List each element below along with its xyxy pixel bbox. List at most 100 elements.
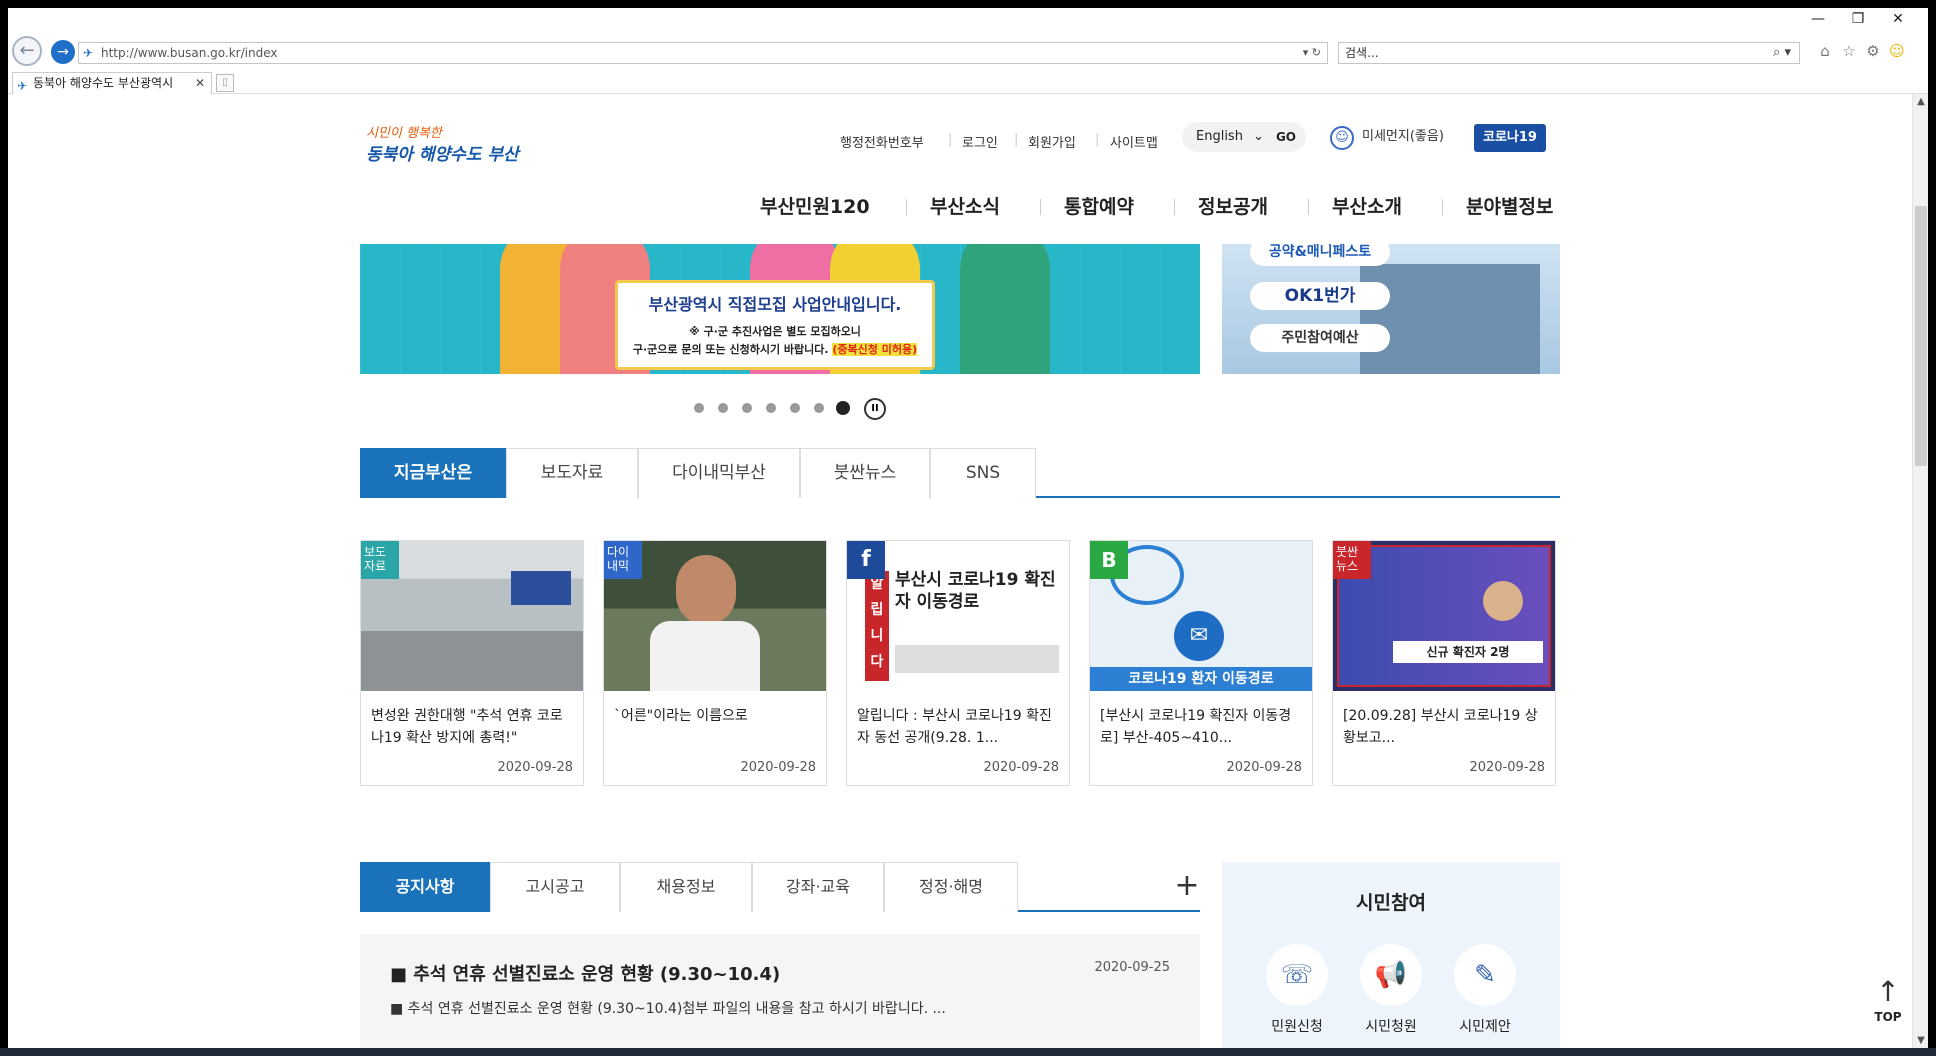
forward-button[interactable]: →: [51, 40, 75, 64]
util-link-signup[interactable]: 회원가입: [1028, 132, 1076, 151]
civic-label: 시민제안: [1459, 1019, 1511, 1035]
tab-close-icon[interactable]: ✕: [195, 73, 205, 93]
card-tag: 보도 자료: [361, 541, 399, 579]
slide-dot-active[interactable]: [836, 401, 850, 415]
gnb-item-civil[interactable]: 부산민원120: [760, 192, 870, 219]
address-field[interactable]: ✈ http://www.busan.go.kr/index ▾ ↻: [78, 42, 1328, 64]
refresh-icon[interactable]: ▾ ↻: [1303, 43, 1321, 63]
back-button[interactable]: ←: [12, 36, 42, 66]
tab-jobs[interactable]: 채용정보: [620, 862, 752, 912]
plus-icon[interactable]: +: [1174, 871, 1200, 901]
gnb-item-news[interactable]: 부산소식: [930, 192, 1000, 219]
banner-line3: 구·군으로 문의 또는 신청하시기 바랍니다. (중복신청 미허용): [632, 343, 918, 356]
notice-excerpt: ■ 추석 연휴 선별진료소 운영 현황 (9.30~10.4)첨부 파일의 내용…: [390, 1001, 946, 1017]
facebook-icon: f: [847, 541, 885, 579]
civic-title: 시민참여: [1356, 892, 1426, 914]
gnb-item-about[interactable]: 부산소개: [1332, 192, 1402, 219]
minimize-icon[interactable]: —: [1798, 10, 1838, 28]
search-box[interactable]: 검색... ⌕ ▾: [1338, 42, 1800, 64]
tab-sns[interactable]: SNS: [930, 448, 1036, 498]
language-select[interactable]: English ⌄ GO: [1182, 122, 1306, 152]
favorites-star-icon[interactable]: ☆: [1837, 42, 1861, 60]
civic-item-petition-apply[interactable]: ☏ 민원신청: [1252, 944, 1342, 1036]
tab-now-busan[interactable]: 지금부산은: [360, 448, 506, 498]
tab-notice[interactable]: 공지사항: [360, 862, 490, 912]
news-card[interactable]: 보도 자료 변성완 권한대행 "추석 연휴 코로나19 확산 방지에 총력!" 2…: [360, 540, 584, 786]
notice-date: 2020-09-25: [1094, 960, 1170, 975]
tab-press[interactable]: 보도자료: [506, 448, 638, 498]
blog-icon: B: [1090, 541, 1128, 579]
util-link-sitemap[interactable]: 사이트맵: [1110, 132, 1158, 151]
slide-dot[interactable]: [694, 403, 704, 413]
image-headline: 부산시 코로나19 확진자 이동경로: [895, 570, 1056, 612]
news-card[interactable]: 알립니다 부산시 코로나19 확진자 이동경로 f 알립니다 : 부산시 코로나…: [846, 540, 1070, 786]
gnb-item-fields[interactable]: 분야별정보: [1466, 192, 1553, 219]
gnb-item-disclosure[interactable]: 정보공개: [1198, 192, 1268, 219]
image-strip: 코로나19 환자 이동경로: [1090, 667, 1312, 691]
fine-dust-status[interactable]: ☺ 미세먼지(좋음): [1330, 122, 1444, 152]
slide-dot[interactable]: [718, 403, 728, 413]
slide-dot[interactable]: [790, 403, 800, 413]
tab-lectures[interactable]: 강좌·교육: [752, 862, 884, 912]
slide-dot[interactable]: [766, 403, 776, 413]
pause-icon[interactable]: II: [864, 398, 886, 420]
tab-bussan-news[interactable]: 붓싼뉴스: [800, 448, 930, 498]
gear-icon[interactable]: ⚙: [1861, 42, 1885, 60]
slide-dot[interactable]: [742, 403, 752, 413]
civic-participation: 시민참여 ☏ 민원신청 📢 시민청원 ✎ 시민제안: [1222, 862, 1560, 1048]
card-title: 변성완 권한대행 "추석 연휴 코로나19 확산 방지에 총력!": [371, 708, 563, 746]
pill-budget[interactable]: 주민참여예산: [1250, 324, 1390, 352]
scroll-up-icon[interactable]: ▲: [1913, 96, 1928, 107]
card-title: [20.09.28] 부산시 코로나19 상황보고...: [1343, 708, 1538, 746]
tab-announcement[interactable]: 고시공고: [490, 862, 620, 912]
image-side-label: 알립니다: [865, 571, 889, 681]
tab-corrections[interactable]: 정정·해명: [884, 862, 1018, 912]
pill-manifesto[interactable]: 공약&매니페스토: [1250, 244, 1390, 266]
tab-favicon-icon: ✈: [17, 79, 28, 93]
card-tag: 붓싼 뉴스: [1333, 541, 1371, 579]
restore-icon[interactable]: ❐: [1838, 10, 1878, 28]
tab-dynamic[interactable]: 다이내믹부산: [638, 448, 800, 498]
card-date: 2020-09-28: [497, 760, 573, 775]
slide-dot[interactable]: [814, 403, 824, 413]
card-title: [부산시 코로나19 확진자 이동경로] 부산-405~410...: [1100, 708, 1292, 746]
news-card[interactable]: 다이 내믹 `어른"이라는 이름으로 2020-09-28: [603, 540, 827, 786]
news-card[interactable]: 신규 확진자 2명 붓싼 뉴스 [20.09.28] 부산시 코로나19 상황보고…: [1332, 540, 1556, 786]
gnb-item-reservation[interactable]: 통합예약: [1064, 192, 1134, 219]
search-placeholder: 검색...: [1345, 46, 1379, 60]
new-tab-button[interactable]: ▯: [216, 74, 234, 92]
main-banner[interactable]: 부산광역시 직접모집 사업안내입니다. ※ 구·군 추진사업은 별도 모집하오니…: [360, 244, 1200, 374]
top-button[interactable]: ↑ TOP: [1868, 974, 1908, 1034]
arrow-up-icon: ↑: [1876, 975, 1900, 1008]
gnb-divider: [1442, 199, 1443, 215]
gnb-divider: [1308, 199, 1309, 215]
civic-item-citizen-petition[interactable]: 📢 시민청원: [1346, 944, 1436, 1036]
vertical-scrollbar[interactable]: ▲ ▼: [1912, 94, 1928, 1048]
notice-item[interactable]: ■ 추석 연휴 선별진료소 운영 현황 (9.30~10.4) 2020-09-…: [360, 934, 1200, 1048]
scroll-thumb[interactable]: [1915, 206, 1927, 466]
smile-face-icon: ☺: [1330, 126, 1354, 150]
site-logo[interactable]: 시민이 행복한 동북아 해양수도 부산: [366, 122, 526, 172]
image-note-box: [895, 645, 1059, 673]
pill-ok1[interactable]: OK1번가: [1250, 282, 1390, 310]
banner-figure: [960, 244, 1050, 374]
close-icon[interactable]: ✕: [1878, 10, 1918, 28]
card-tag: 다이 내믹: [604, 541, 642, 579]
go-button[interactable]: GO: [1276, 122, 1296, 152]
civic-item-citizen-proposal[interactable]: ✎ 시민제안: [1440, 944, 1530, 1036]
news-card[interactable]: ✉ 코로나19 환자 이동경로 B [부산시 코로나19 확진자 이동경로] 부…: [1089, 540, 1313, 786]
side-banner[interactable]: 공약&매니페스토 OK1번가 주민참여예산: [1222, 244, 1560, 374]
scroll-down-icon[interactable]: ▼: [1913, 1035, 1928, 1046]
url-text: http://www.busan.go.kr/index: [101, 46, 278, 60]
smiley-icon[interactable]: ☺: [1885, 42, 1909, 60]
tab-title: 동북아 해양수도 부산광역시: [33, 76, 174, 90]
util-link-login[interactable]: 로그인: [962, 132, 998, 151]
banner-headline: 부산광역시 직접모집 사업안내입니다.: [648, 295, 902, 314]
browser-tab[interactable]: ✈ 동북아 해양수도 부산광역시 ✕: [12, 72, 212, 94]
util-link-phonebook[interactable]: 행정전화번호부: [840, 132, 924, 151]
tab-strip: ✈ 동북아 해양수도 부산광역시 ✕ ▯: [8, 70, 1928, 94]
home-icon[interactable]: ⌂: [1813, 42, 1837, 60]
corona-button[interactable]: 코로나19: [1474, 124, 1546, 152]
search-icon[interactable]: ⌕ ▾: [1773, 43, 1791, 63]
notice-title[interactable]: ■ 추석 연휴 선별진료소 운영 현황 (9.30~10.4): [390, 960, 780, 986]
